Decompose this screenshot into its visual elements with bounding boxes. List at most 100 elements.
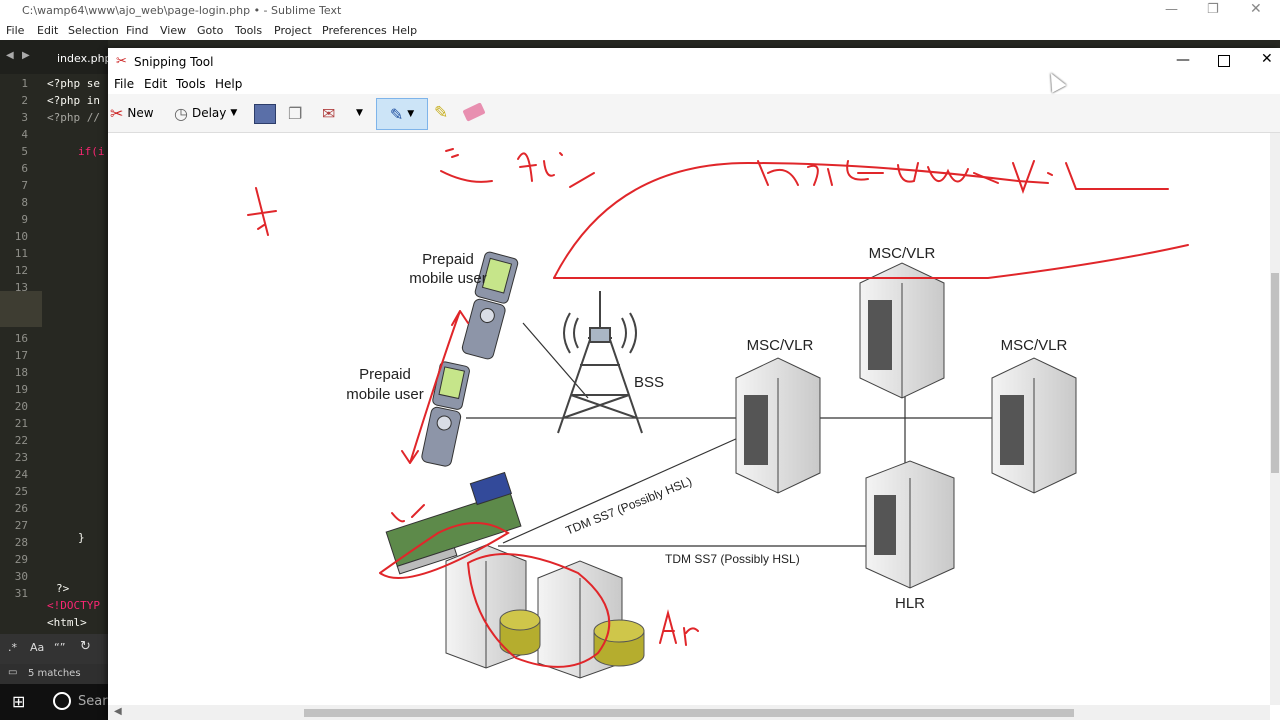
eraser-icon[interactable]	[462, 102, 486, 122]
snip-menu-file[interactable]: File	[114, 77, 134, 91]
vertical-scrollbar[interactable]	[1270, 133, 1280, 705]
snipping-menubar: File Edit Tools Help	[108, 76, 1280, 94]
user2-label-line2: mobile user	[346, 386, 424, 403]
regex-toggle[interactable]: .*	[8, 641, 17, 654]
pen-dropdown-icon: ▼	[407, 109, 415, 119]
line-number: 11	[14, 247, 28, 260]
horizontal-scrollbar[interactable]: ◀	[108, 705, 1270, 720]
pen-icon: ✎	[389, 104, 404, 124]
line-number: 24	[14, 468, 28, 481]
clock-icon: ◷	[174, 103, 188, 123]
line-number: 6	[21, 162, 28, 175]
line-number: 2	[21, 94, 28, 107]
sublime-restore-icon[interactable]: ❐	[1207, 2, 1219, 17]
code-editor[interactable]: 1234567891011121314151617181920212223242…	[0, 74, 105, 634]
save-icon[interactable]	[254, 104, 276, 124]
menu-preferences[interactable]: Preferences	[322, 24, 387, 37]
case-toggle[interactable]: Aa	[30, 641, 44, 654]
msc1-label: MSC/VLR	[747, 337, 814, 354]
new-label: New	[127, 106, 154, 120]
menu-selection[interactable]: Selection	[68, 24, 119, 37]
snip-canvas[interactable]: Prepaid mobile user Prepaid mobile user …	[108, 133, 1268, 705]
scroll-left-icon[interactable]: ◀	[114, 706, 122, 717]
line-number: 16	[14, 332, 28, 345]
menu-help[interactable]: Help	[392, 24, 417, 37]
code-line-3: <?php //	[47, 111, 100, 124]
copy-icon[interactable]: ❐	[288, 100, 302, 126]
sublime-close-icon[interactable]: ✕	[1250, 1, 1262, 17]
snip-menu-help[interactable]: Help	[215, 77, 242, 91]
menu-goto[interactable]: Goto	[197, 24, 223, 37]
menu-view[interactable]: View	[160, 24, 186, 37]
status-panel-icon[interactable]: ▭	[8, 667, 17, 678]
tab-index-php[interactable]: index.php	[57, 52, 112, 65]
status-bar: ▭ 5 matches	[0, 664, 108, 684]
line-number: 4	[21, 128, 28, 141]
line-number: 3	[21, 111, 28, 124]
line-number: 28	[14, 536, 28, 549]
code-line-5: if(i	[78, 145, 105, 158]
cortana-icon[interactable]	[53, 692, 71, 710]
line-number: 1	[21, 77, 28, 90]
wrap-icon[interactable]: ↻	[80, 639, 91, 654]
bss-label: BSS	[634, 374, 664, 391]
snip-menu-tools[interactable]: Tools	[176, 77, 206, 91]
tab-scroll-left-icon[interactable]: ◀	[6, 50, 14, 61]
bss-tower	[557, 291, 643, 434]
delay-button[interactable]: ◷ Delay ▼	[174, 100, 237, 126]
snipping-titlebar: ✂ Snipping Tool — ✕	[108, 48, 1280, 76]
send-dropdown-icon[interactable]: ▼	[356, 100, 363, 126]
word-toggle[interactable]: “”	[54, 641, 65, 654]
snip-minimize-icon[interactable]: —	[1176, 52, 1190, 68]
user1-label-line2: mobile user	[409, 270, 487, 287]
line-number: 5	[21, 145, 28, 158]
menu-file[interactable]: File	[6, 24, 24, 37]
menu-tools[interactable]: Tools	[235, 24, 262, 37]
snipping-app-icon: ✂	[116, 54, 127, 69]
windows-taskbar: ⊞ Sear	[0, 684, 108, 720]
menu-find[interactable]: Find	[126, 24, 149, 37]
snip-menu-edit[interactable]: Edit	[144, 77, 167, 91]
line-number: 21	[14, 417, 28, 430]
line-number: 7	[21, 179, 28, 192]
tab-scroll-right-icon[interactable]: ▶	[22, 50, 30, 61]
line-number: 30	[14, 570, 28, 583]
code-line-26: }	[78, 531, 85, 544]
highlighter-icon[interactable]: ✎	[434, 100, 448, 126]
phone-2	[421, 361, 470, 467]
line-number: 18	[14, 366, 28, 379]
sublime-minimize-icon[interactable]: —	[1165, 2, 1178, 17]
snip-close-icon[interactable]: ✕	[1261, 51, 1273, 67]
menu-project[interactable]: Project	[274, 24, 312, 37]
snipping-toolbar: ✂ New ◷ Delay ▼ ❐ ✉ ▼ ✎ ▼ ✎	[108, 94, 1280, 133]
code-line-30: <!DOCTYP	[47, 599, 100, 612]
sublime-menubar: File Edit Selection Find View Goto Tools…	[0, 22, 1280, 40]
chevron-down-icon: ▼	[230, 108, 238, 118]
code-line-29: ?>	[56, 582, 70, 595]
menu-edit[interactable]: Edit	[37, 24, 58, 37]
line-number: 26	[14, 502, 28, 515]
sublime-window-title: C:\wamp64\www\ajo_web\page-login.php • -…	[22, 4, 342, 17]
find-panel: .* Aa “” ↻	[0, 634, 108, 664]
network-diagram: Prepaid mobile user Prepaid mobile user …	[247, 148, 1189, 679]
line-number: 25	[14, 485, 28, 498]
user1-label-line1: Prepaid	[422, 251, 474, 268]
windows-start-icon[interactable]: ⊞	[12, 692, 25, 711]
vertical-scroll-thumb[interactable]	[1271, 273, 1279, 473]
line-number: 8	[21, 196, 28, 209]
new-snip-button[interactable]: ✂ New	[110, 100, 154, 126]
taskbar-search[interactable]: Sear	[78, 694, 108, 709]
user2-label-line1: Prepaid	[359, 366, 411, 383]
snip-maximize-icon[interactable]	[1218, 55, 1230, 67]
send-snip-icon[interactable]: ✉	[322, 100, 335, 126]
code-line-2: <?php in	[47, 94, 100, 107]
horizontal-scroll-thumb[interactable]	[304, 709, 1074, 717]
line-number: 29	[14, 553, 28, 566]
line-number: 27	[14, 519, 28, 532]
msc-vlr-server-3	[991, 357, 1077, 494]
sublime-tabbar: ◀ ▶ index.php	[0, 40, 112, 74]
status-matches: 5 matches	[28, 668, 81, 679]
pen-tool-button[interactable]: ✎ ▼	[376, 98, 428, 130]
current-line-highlight	[0, 291, 42, 327]
msc-vlr-server-1	[735, 357, 821, 494]
